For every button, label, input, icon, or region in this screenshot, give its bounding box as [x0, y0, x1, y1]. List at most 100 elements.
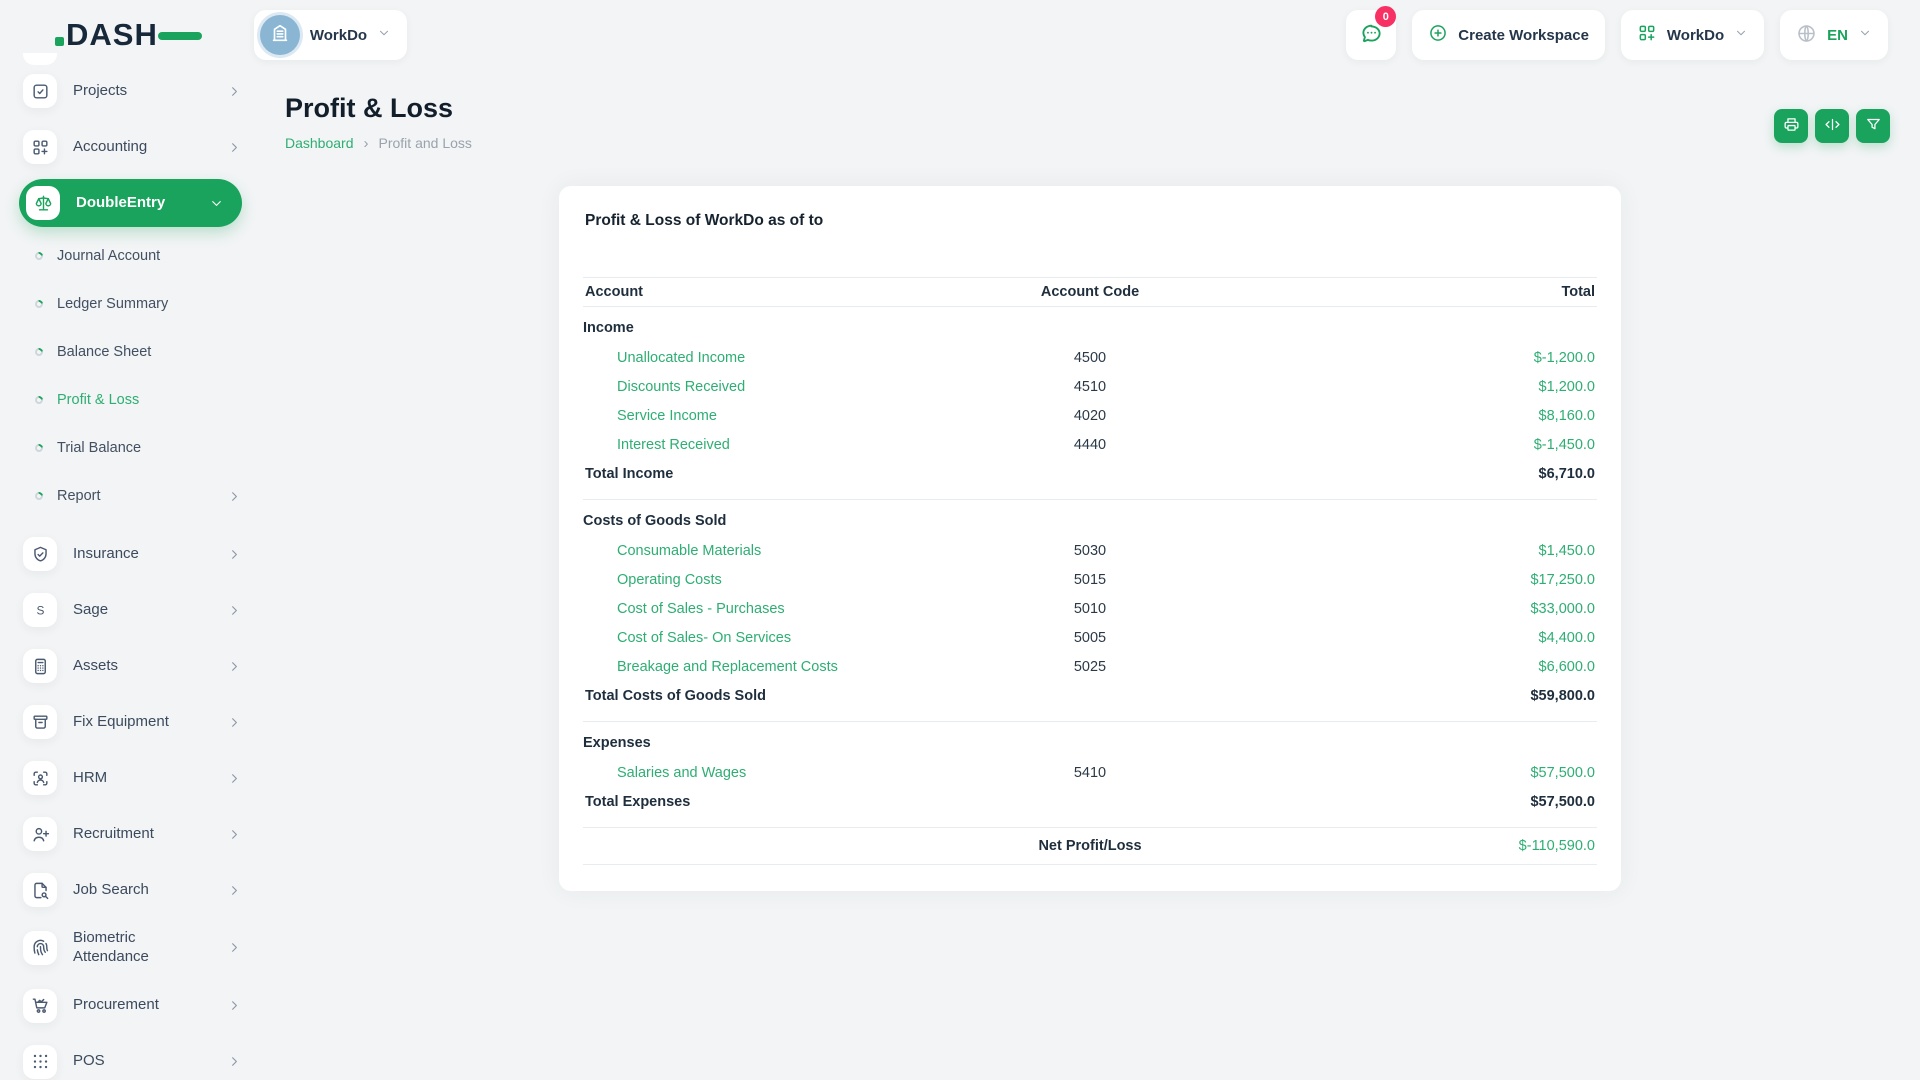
- sidebar-item-procurement[interactable]: Procurement: [20, 989, 246, 1023]
- chevron-down-icon: [1734, 26, 1748, 44]
- account-link[interactable]: Consumable Materials: [585, 543, 761, 559]
- sidebar-item-projects[interactable]: Projects: [20, 74, 246, 108]
- account-row: Cost of Sales - Purchases5010$33,000.0: [583, 594, 1597, 623]
- column-account: Account: [583, 284, 960, 300]
- sidebar-item-label: Recruitment: [73, 825, 154, 844]
- account-code: 4510: [960, 379, 1220, 395]
- net-profit-label: Net Profit/Loss: [960, 838, 1220, 854]
- account-row: Consumable Materials5030$1,450.0: [583, 536, 1597, 565]
- bullet-icon: [33, 346, 44, 357]
- sidebar-subitem-ledger-summary[interactable]: Ledger Summary: [20, 294, 246, 314]
- account-total: $-1,200.0: [1220, 350, 1597, 366]
- section-title: Costs of Goods Sold: [583, 506, 1597, 536]
- messages-button[interactable]: 0: [1346, 10, 1396, 60]
- report-toolbar: [1774, 109, 1890, 143]
- sidebar-subitem-journal-account[interactable]: Journal Account: [20, 246, 246, 266]
- svg-text:S: S: [36, 603, 44, 617]
- building-icon: [269, 22, 291, 48]
- sidebar-item-job-search[interactable]: Job Search: [20, 873, 246, 907]
- chevron-right-icon: [227, 547, 242, 562]
- chevron-down-icon: [1858, 26, 1872, 44]
- sidebar-subitem-balance-sheet[interactable]: Balance Sheet: [20, 342, 246, 362]
- sidebar-subitem-label: Profit & Loss: [57, 392, 139, 408]
- create-workspace-label: Create Workspace: [1458, 27, 1589, 44]
- app-logo[interactable]: DASH: [66, 17, 158, 53]
- archive-icon: [23, 705, 57, 739]
- account-link[interactable]: Discounts Received: [585, 379, 745, 395]
- sidebar-item-assets[interactable]: Assets: [20, 649, 246, 683]
- sidebar-item-label: POS: [73, 1052, 105, 1071]
- workspace-menu-label: WorkDo: [1667, 27, 1724, 44]
- breadcrumb: Dashboard › Profit and Loss: [285, 135, 1920, 151]
- sidebar-item-fix-equipment[interactable]: Fix Equipment: [20, 705, 246, 739]
- checkbox-icon: [23, 74, 57, 108]
- sidebar-item-double-entry[interactable]: DoubleEntry: [19, 179, 242, 227]
- account-code: 5010: [960, 601, 1220, 617]
- chevron-right-icon: [227, 140, 242, 155]
- breadcrumb-dashboard-link[interactable]: Dashboard: [285, 135, 354, 151]
- sidebar-subitem-trial-balance[interactable]: Trial Balance: [20, 438, 246, 458]
- account-link[interactable]: Service Income: [585, 408, 717, 424]
- account-row: Operating Costs5015$17,250.0: [583, 565, 1597, 594]
- sidebar-item-label: Procurement: [73, 996, 159, 1015]
- chevron-right-icon: [227, 603, 242, 618]
- letter-s-icon: S: [23, 593, 57, 627]
- account-total: $-1,450.0: [1220, 437, 1597, 453]
- chevron-right-icon: [227, 771, 242, 786]
- account-link[interactable]: Operating Costs: [585, 572, 722, 588]
- account-total: $1,450.0: [1220, 543, 1597, 559]
- print-button[interactable]: [1774, 109, 1808, 143]
- cart-icon: [23, 989, 57, 1023]
- logo-bar: [158, 32, 202, 40]
- account-link[interactable]: Salaries and Wages: [585, 765, 746, 781]
- sidebar-nav: Projects Accounting DoubleEntry Journal Acc…: [20, 74, 260, 1079]
- account-link[interactable]: Cost of Sales - Purchases: [585, 601, 785, 617]
- account-code: 5025: [960, 659, 1220, 675]
- breadcrumb-separator: ›: [364, 136, 369, 151]
- calculator-icon: [23, 649, 57, 683]
- sidebar-item-label: Job Search: [73, 881, 149, 900]
- printer-icon: [1783, 116, 1800, 136]
- account-code: 5410: [960, 765, 1220, 781]
- account-link[interactable]: Cost of Sales- On Services: [585, 630, 791, 646]
- filter-button[interactable]: [1856, 109, 1890, 143]
- account-code: 4020: [960, 408, 1220, 424]
- section-divider: [583, 499, 1597, 500]
- grid-plus-icon: [23, 130, 57, 164]
- column-total: Total: [1220, 284, 1597, 300]
- sidebar-item-pos[interactable]: POS: [20, 1045, 246, 1079]
- report-table: Account Account Code Total IncomeUnalloc…: [583, 277, 1597, 865]
- account-link[interactable]: Interest Received: [585, 437, 730, 453]
- sidebar-subitem-profit-loss[interactable]: Profit & Loss: [20, 390, 246, 410]
- chevron-right-icon: [227, 715, 242, 730]
- section-total-value: $6,710.0: [1220, 466, 1597, 482]
- workspace-switcher[interactable]: WorkDo: [254, 10, 407, 60]
- sidebar-item-hrm[interactable]: HRM: [20, 761, 246, 795]
- account-link[interactable]: Breakage and Replacement Costs: [585, 659, 838, 675]
- chevron-right-icon: [227, 1054, 242, 1069]
- account-code: 5015: [960, 572, 1220, 588]
- account-row: Breakage and Replacement Costs5025$6,600…: [583, 652, 1597, 681]
- chevron-right-icon: [227, 940, 242, 955]
- account-row: Interest Received4440$-1,450.0: [583, 430, 1597, 459]
- sidebar-subitem-report[interactable]: Report: [20, 486, 246, 506]
- account-total: $57,500.0: [1220, 765, 1597, 781]
- section-total-row: Total Expenses$57,500.0: [583, 787, 1597, 817]
- column-account-code: Account Code: [960, 284, 1220, 300]
- sidebar-item-biometric-attendance[interactable]: Biometric Attendance: [20, 929, 246, 967]
- grid-dots-icon: [23, 1045, 57, 1079]
- header-actions: 0 Create Workspace WorkDo EN: [1346, 10, 1888, 60]
- sidebar-item-accounting[interactable]: Accounting: [20, 130, 246, 164]
- create-workspace-button[interactable]: Create Workspace: [1412, 10, 1605, 60]
- workspace-switcher-label: WorkDo: [310, 27, 367, 44]
- sidebar-item-insurance[interactable]: Insurance: [20, 537, 246, 571]
- sidebar-submenu-double-entry: Journal Account Ledger Summary Balance She…: [20, 242, 260, 537]
- chevron-right-icon: [227, 998, 242, 1013]
- columns-button[interactable]: [1815, 109, 1849, 143]
- sidebar-item-sage[interactable]: S Sage: [20, 593, 246, 627]
- language-menu-button[interactable]: EN: [1780, 10, 1888, 60]
- account-link[interactable]: Unallocated Income: [585, 350, 745, 366]
- sidebar-item-recruitment[interactable]: Recruitment: [20, 817, 246, 851]
- sidebar-item-label: Sage: [73, 601, 108, 620]
- workspace-menu-button[interactable]: WorkDo: [1621, 10, 1764, 60]
